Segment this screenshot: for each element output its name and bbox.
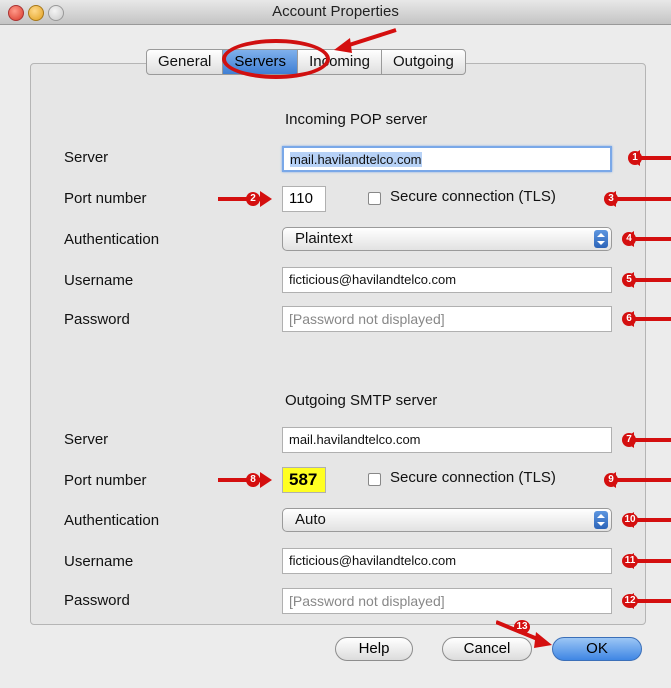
incoming-port-label: Port number	[64, 190, 147, 207]
annotation-number-12: 12	[622, 594, 638, 608]
outgoing-tls-checkbox[interactable]	[368, 473, 381, 486]
incoming-tls-label: Secure connection (TLS)	[390, 188, 556, 205]
annotation-number-1: 1	[628, 151, 642, 165]
window-title: Account Properties	[272, 3, 399, 20]
incoming-server-field[interactable]: mail.havilandtelco.com	[282, 146, 612, 172]
outgoing-heading: Outgoing SMTP server	[285, 392, 438, 409]
outgoing-password-label: Password	[64, 592, 130, 609]
incoming-auth-label: Authentication	[64, 231, 160, 248]
tab-pointer-arrow	[334, 28, 397, 53]
outgoing-username-field[interactable]: ficticious@havilandtelco.com	[282, 548, 612, 574]
incoming-auth-select[interactable]: Plaintext	[282, 227, 612, 251]
outgoing-auth-label: Authentication	[64, 512, 160, 529]
incoming-username-label: Username	[64, 272, 134, 289]
servers-tab-highlight-circle	[222, 39, 330, 79]
annotation-arrow-8	[218, 472, 272, 488]
outgoing-tls-label: Secure connection (TLS)	[390, 469, 556, 486]
help-button[interactable]: Help	[335, 637, 413, 661]
annotation-number-9: 9	[604, 473, 618, 487]
annotation-number-7: 7	[622, 433, 636, 447]
annotation-number-10: 10	[622, 513, 638, 527]
outgoing-username-label: Username	[64, 553, 134, 570]
ok-button[interactable]: OK	[552, 637, 642, 661]
incoming-tls-checkbox[interactable]	[368, 192, 381, 205]
outgoing-server-field[interactable]: mail.havilandtelco.com	[282, 427, 612, 453]
incoming-server-label: Server	[64, 149, 109, 166]
incoming-password-field[interactable]: [Password not displayed]	[282, 306, 612, 332]
annotation-number-8: 8	[246, 473, 260, 487]
annotation-arrow-2	[218, 191, 272, 207]
outgoing-port-label: Port number	[64, 472, 147, 489]
annotation-number-11: 11	[622, 554, 638, 568]
tab-general[interactable]: General	[147, 50, 224, 74]
outgoing-port-field[interactable]: 587	[282, 467, 326, 493]
outgoing-password-field[interactable]: [Password not displayed]	[282, 588, 612, 614]
incoming-port-field[interactable]: 110	[282, 186, 326, 212]
annotation-number-6: 6	[622, 312, 636, 326]
chevron-updown-icon	[594, 511, 608, 529]
incoming-password-label: Password	[64, 311, 130, 328]
incoming-heading: Incoming POP server	[285, 111, 428, 128]
annotation-number-4: 4	[622, 232, 636, 246]
outgoing-server-label: Server	[64, 431, 109, 448]
title-bar: Account Properties	[0, 0, 671, 25]
incoming-username-field[interactable]: ficticious@havilandtelco.com	[282, 267, 612, 293]
annotation-number-5: 5	[622, 273, 636, 287]
outgoing-auth-select[interactable]: Auto	[282, 508, 612, 532]
annotation-number-13: 13	[514, 620, 530, 634]
chevron-updown-icon	[594, 230, 608, 248]
annotation-number-2: 2	[246, 192, 260, 206]
annotation-number-3: 3	[604, 192, 618, 206]
